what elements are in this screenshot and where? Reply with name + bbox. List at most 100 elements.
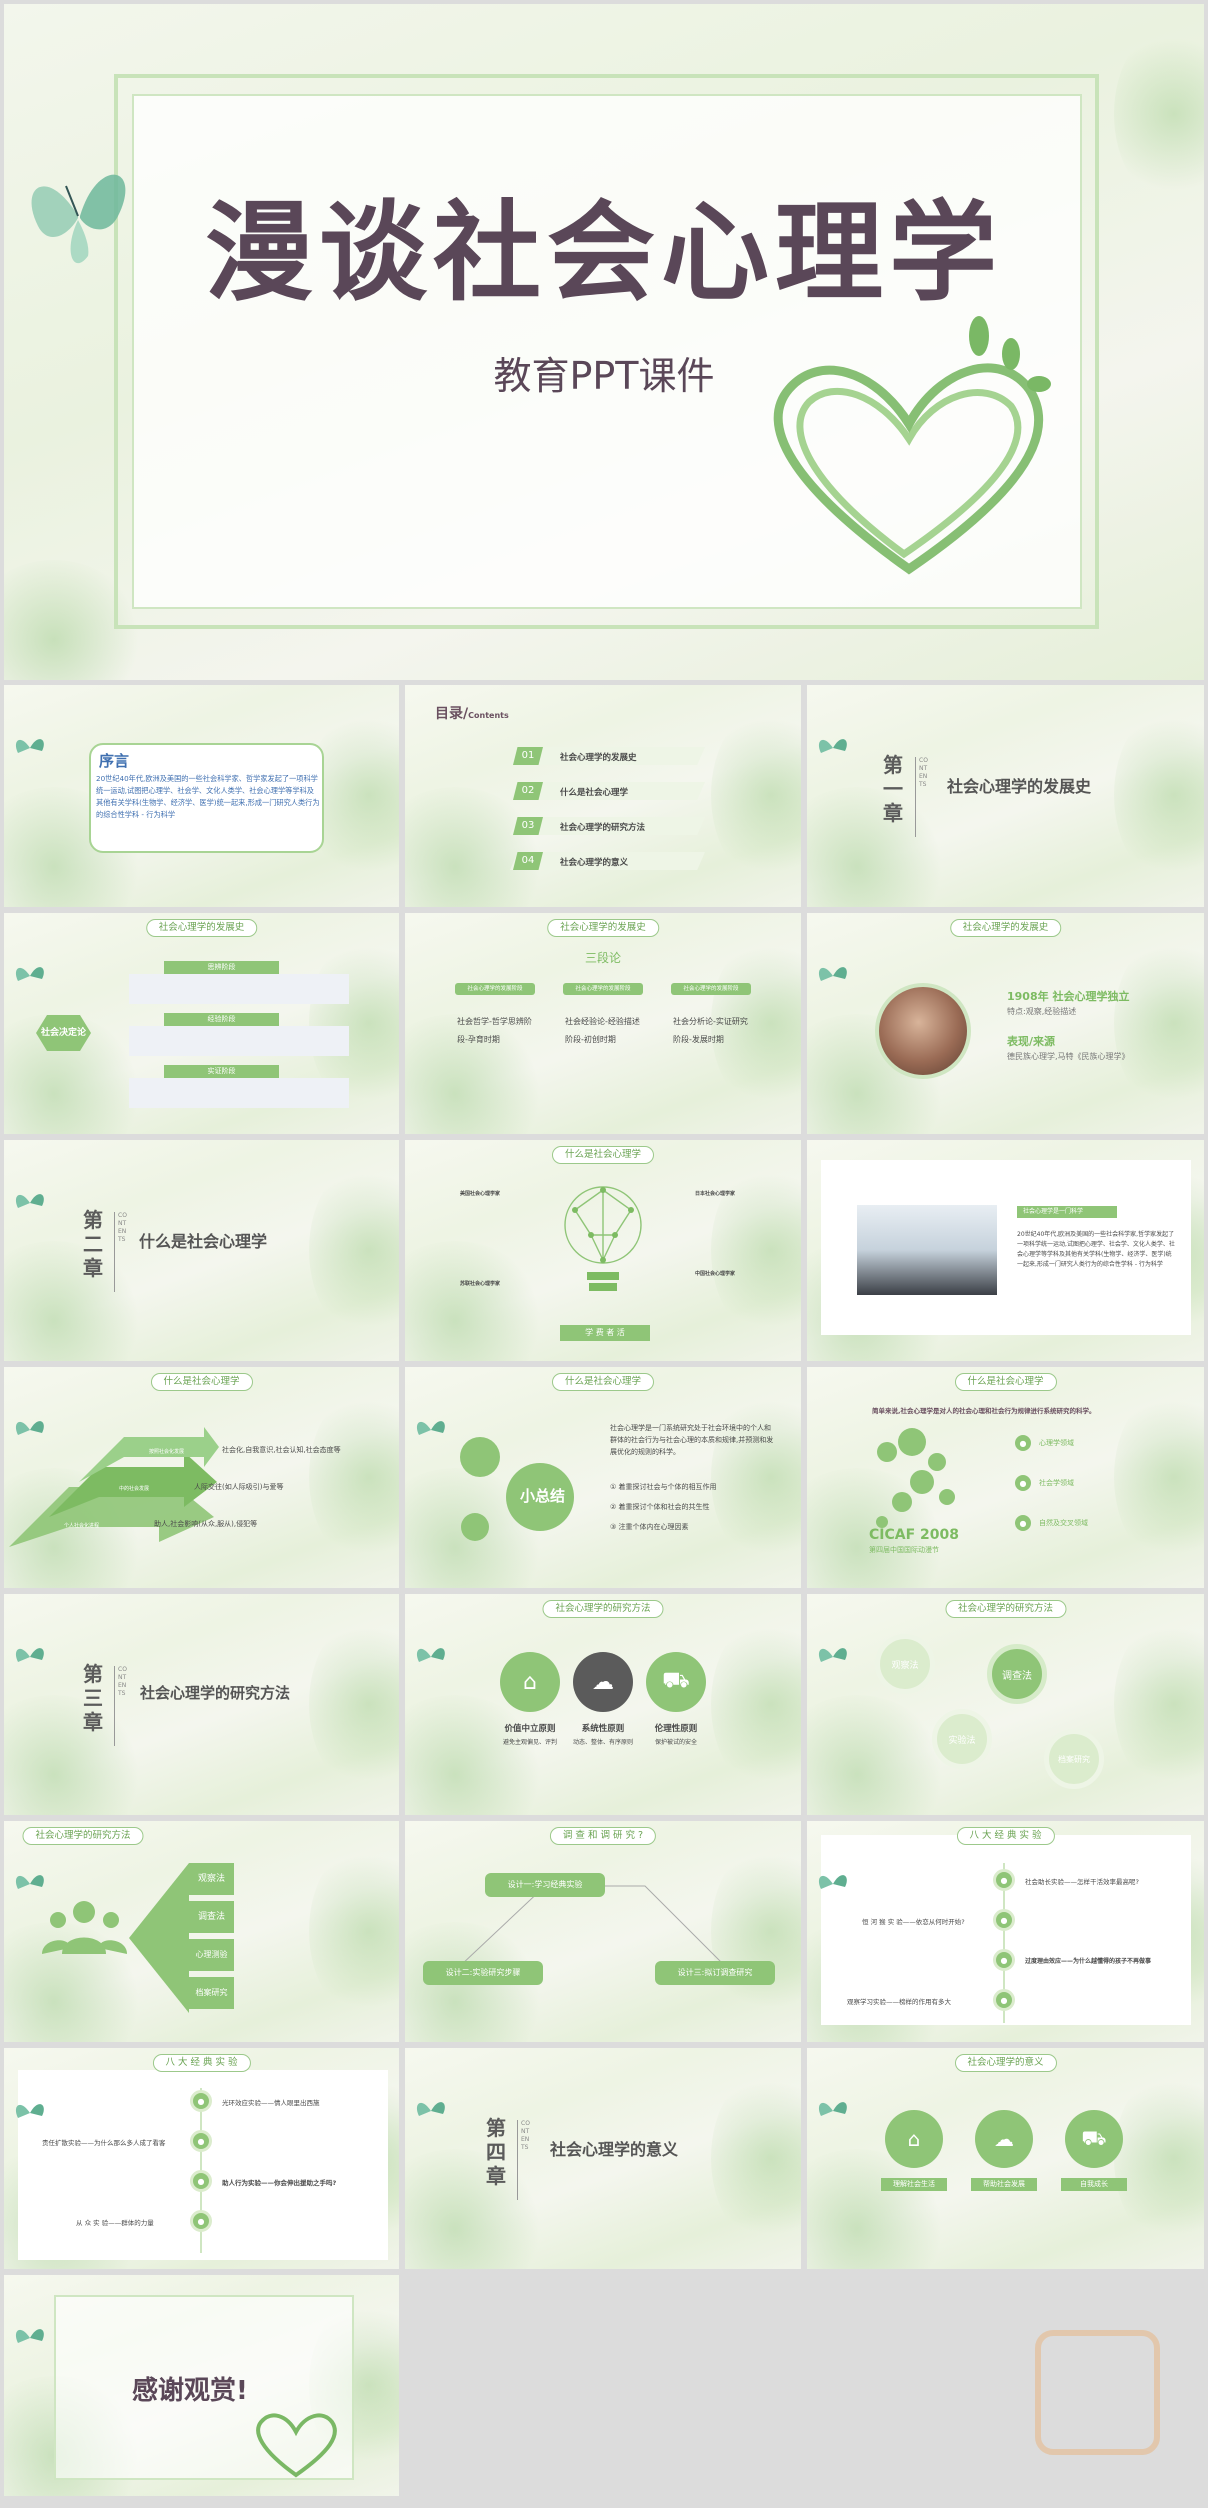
principle-name: 伦理性原则 [654,1724,698,1734]
section-pill: 社会心理学的发展史 [547,919,659,937]
arrow-text: 人际交往(如人际吸引)与爱等 [194,1483,284,1491]
stage-tab: 思辨阶段 [164,961,279,974]
slide-bubbles[interactable]: 社会心理学的研究方法 观察法 调查法 实验法 档案研究 [807,1594,1204,1815]
field-icon: ● [1015,1435,1031,1451]
meaning-label: 自我成长 [1061,2178,1127,2191]
map-lead: 简单来说,社会心理学是对人的社会心理和社会行为规律进行系统研究的科学。 [872,1407,1096,1415]
slide-map[interactable]: 什么是社会心理学 简单来说,社会心理学是对人的社会心理和社会行为规律进行系统研究… [807,1367,1204,1588]
people-icon [42,1901,127,1954]
year-sub: 特点:观察,经验描述 [1007,1007,1077,1016]
section-pill: 社会心理学的发展史 [145,919,258,937]
butterfly-icon [818,2102,847,2116]
principle-name: 系统性原则 [581,1724,625,1734]
slide-preface[interactable]: 序言 20世纪40年代,欧洲及美国的一些社会科学家、哲学家发起了一项科学统一运动… [4,685,399,907]
slide-chapter-3[interactable]: 第三章 CONTENTS 社会心理学的研究方法 [4,1594,399,1815]
scholar-head: 日本社会心理学家 [695,1191,736,1197]
contents-label: CONTENTS [919,757,928,788]
section-pill: 社会心理学的研究方法 [22,1827,144,1845]
step-icon: ● [993,1949,1015,1971]
rep-title: 表现/来源 [1007,1035,1056,1048]
contents-label: CONTENTS [118,1212,127,1243]
field-icon: ● [1015,1515,1031,1531]
slide-1908[interactable]: 社会心理学的发展史 1908年 社会心理学独立 特点:观察,经验描述 表现/来源… [807,913,1204,1134]
butterfly-icon [416,1421,445,1435]
method-bubble: 调查法 [987,1644,1047,1704]
col-body: 社会经验论-经验描述阶段-初创时期 [565,1017,640,1044]
butterfly-icon [15,2104,44,2118]
exp-item: 恒 河 猴 实 验——依恋从何时开始? [862,1918,965,1926]
scholar-head: 中国社会心理学家 [695,1271,736,1277]
slide-three-stages[interactable]: 社会心理学的发展史 三段论 社会心理学的发展阶段 社会哲学-哲学思辨阶段-孕育时… [405,913,801,1134]
toc-label: 社会心理学的意义 [560,858,629,868]
slide-experiments-2[interactable]: 八 大 经 典 实 验 ● ● ● ● 光环效应实验——情人眼里出西施 责任扩散… [4,2048,399,2269]
step-icon: ● [993,1869,1015,1891]
slide-photo[interactable]: 社会心理学是一门科学 20世纪40年代,欧洲及美国的一些社会科学家,哲学家发起了… [807,1140,1204,1361]
col-body: 社会分析论-实证研究阶段-发展时期 [673,1017,748,1044]
scholar-head: 苏联社会心理学家 [460,1281,501,1287]
cover-subtitle: 教育PPT课件 [493,354,715,398]
tree-node: 观察法 [189,1863,234,1895]
slide-arrows[interactable]: 什么是社会心理学 按照社会化发展 中的社会发展 个人社会化进程 社会化,自我意识… [4,1367,399,1588]
summary-item: ③ 注重个体内在心理因素 [610,1523,689,1531]
thanks-text: 感谢观赏! [132,2376,248,2406]
butterfly-icon [818,1875,847,1889]
butterfly-icon [15,1648,44,1662]
section-pill: 社会心理学的研究方法 [944,1600,1067,1618]
design-box: 设计二:实验研究步骤 [423,1961,543,1985]
home-icon: ⌂ [500,1652,560,1712]
toc-label: 什么是社会心理学 [560,788,629,798]
tree-node: 档案研究 [189,1977,234,2009]
stage-box [129,974,349,1004]
divider [915,757,916,837]
slide-method-tree[interactable]: 社会心理学的研究方法 观察法 调查法 心理测验 档案研究 [4,1821,399,2042]
cloud-icon: ☁ [975,2110,1033,2168]
slide-thanks[interactable]: 感谢观赏! [4,2275,399,2496]
stage-tab: 实证阶段 [164,1065,279,1078]
cover-title: 漫谈社会心理学 [204,191,1003,316]
divider [114,1212,115,1292]
slide-toc[interactable]: 目录/Contents 01 社会心理学的发展史 02 什么是社会心理学 03 … [405,685,801,907]
butterfly-icon [15,2329,44,2343]
hex-label: 社会决定论 [36,1015,91,1051]
slide-cover[interactable]: 漫谈社会心理学 教育PPT课件 [4,4,1204,680]
three-title: 三段论 [584,951,621,965]
slide-chapter-1[interactable]: 第一章 CONTENTS 社会心理学的发展史 [807,685,1204,907]
heart-icon [256,2413,337,2478]
stage-box [129,1078,349,1108]
map-graphic [876,1428,955,1528]
summary-body: 社会心理学是一门系统研究处于社会环境中的个人和群体的社会行为与社会心理的本质和规… [610,1424,774,1456]
section-pill: 什么是社会心理学 [551,1373,655,1391]
toc-label: 社会心理学的发展史 [560,753,637,763]
slide-chapter-2[interactable]: 第二章 CONTENTS 什么是社会心理学 [4,1140,399,1361]
slide-summary[interactable]: 什么是社会心理学 小总结 社会心理学是一门系统研究处于社会环境中的个人和群体的社… [405,1367,801,1588]
slide-bulb[interactable]: 什么是社会心理学 学 费 者 活 美国社会心理学家 日本社会心理学家 苏联社会心… [405,1140,801,1361]
scholar-head: 美国社会心理学家 [460,1191,501,1197]
chapter-title: 什么是社会心理学 [139,1232,268,1251]
slide-meaning[interactable]: 社会心理学的意义 ⌂ ☁ ⛟ 理解社会生活 帮助社会发展 自我成长 [807,2048,1204,2269]
slide-experiments-1[interactable]: 八 大 经 典 实 验 ● ● ● ● 社会助长实验——怎样干活效率最高呢? 恒… [807,1821,1204,2042]
tree-wedge [129,1863,189,2013]
exp-item: 从 众 实 验——群体的力量 [76,2219,154,2227]
method-bubble: 观察法 [875,1634,935,1694]
tree-node: 调查法 [189,1901,234,1933]
slide-principles[interactable]: 社会心理学的研究方法 ⌂ ☁ ⛟ 价值中立原则 避免主观偏见、评判 系统性原则 … [405,1594,801,1815]
cicaf-title: CICAF 2008 [869,1527,959,1543]
step-icon: ● [190,2130,212,2152]
slide-chapter-4[interactable]: 第四章 CONTENTS 社会心理学的意义 [405,2048,801,2269]
butterfly-icon [15,967,44,981]
butterfly-icon [416,2102,445,2116]
divider [114,1666,115,1746]
field-label: 社会学领域 [1039,1479,1074,1487]
chapter-label: 第二章 [83,1208,103,1280]
col-head: 社会心理学的发展阶段 [671,983,751,995]
cart-icon: ⛟ [646,1652,706,1712]
section-pill: 社会心理学的研究方法 [542,1600,664,1618]
contents-label: CONTENTS [521,2120,530,2151]
slide-design[interactable]: 调 查 和 调 研 究 ? 设计一:学习经典实验 设计二:实验研究步骤 设计三:… [405,1821,801,2042]
slide-dev-stages[interactable]: 社会心理学的发展史 社会决定论 思辨阶段 经验阶段 实证阶段 [4,913,399,1134]
summary-title: 小总结 [520,1487,566,1505]
butterfly-icon [416,1648,445,1662]
stage-tab: 经验阶段 [164,1013,279,1026]
portrait-image [875,983,971,1079]
toc-title-en: Contents [468,711,509,720]
